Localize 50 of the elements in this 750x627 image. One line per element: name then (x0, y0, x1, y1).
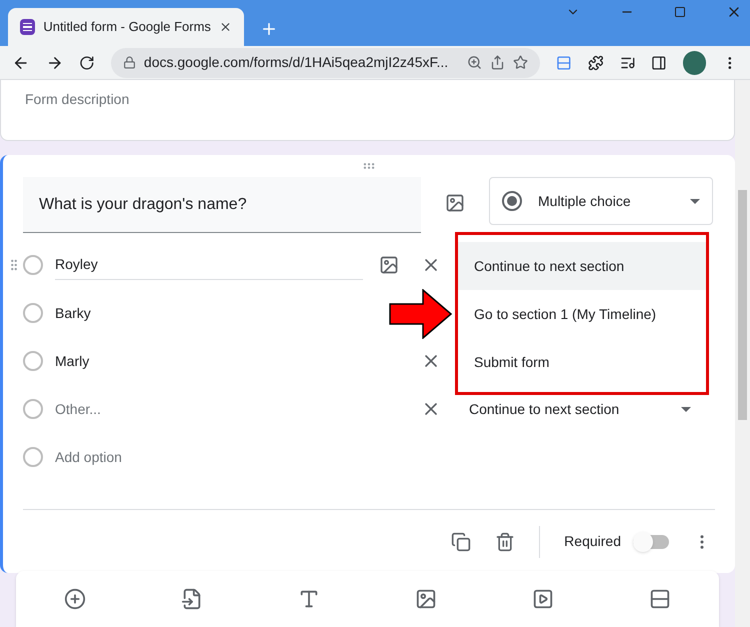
menu-item[interactable]: Submit form (458, 338, 706, 386)
extension-icon[interactable] (556, 54, 572, 70)
radio-icon (23, 447, 43, 467)
address-bar[interactable]: docs.google.com/forms/d/1HAi5qea2mjI2z45xF... (110, 48, 540, 78)
caret-icon (690, 198, 700, 204)
share-icon[interactable] (490, 55, 506, 70)
image-icon[interactable] (445, 193, 465, 213)
required-label: Required (564, 532, 621, 551)
menu-item[interactable]: Go to section 1 (My Timeline) (458, 290, 706, 338)
arrow-icon (389, 289, 453, 339)
add-image-icon[interactable] (415, 588, 438, 610)
radio-icon (23, 255, 43, 275)
reload-icon[interactable] (79, 54, 95, 70)
puzzle-icon[interactable] (588, 54, 604, 70)
question-type-dropdown[interactable]: Multiple choice (489, 177, 713, 225)
forms-logo-icon (20, 19, 36, 35)
side-panel-icon[interactable] (651, 54, 667, 70)
add-question-icon[interactable] (64, 588, 86, 610)
option-label[interactable]: Barky (55, 302, 91, 324)
option-label[interactable]: Royley (55, 254, 98, 275)
add-section-icon[interactable] (649, 588, 672, 610)
delete-icon[interactable] (495, 532, 516, 552)
radio-selected-icon (502, 191, 522, 211)
scrollbar[interactable] (735, 80, 750, 627)
radio-icon (23, 399, 43, 419)
import-icon[interactable] (180, 588, 203, 610)
menu-item[interactable]: Continue to next section (458, 242, 706, 290)
image-icon[interactable] (379, 255, 399, 275)
maximize-icon[interactable] (674, 6, 686, 18)
tab-title: Untitled form - Google Forms (43, 18, 211, 36)
section-dropdown[interactable]: Continue to next section (469, 398, 691, 420)
browser-tab[interactable]: Untitled form - Google Forms (8, 8, 244, 46)
add-video-icon[interactable] (532, 588, 554, 610)
radio-icon (23, 351, 43, 371)
description-placeholder[interactable]: Form description (25, 91, 130, 107)
new-tab-icon[interactable] (260, 20, 278, 38)
required-switch[interactable] (633, 534, 669, 548)
zoom-icon[interactable] (467, 55, 482, 70)
duplicate-icon[interactable] (451, 532, 472, 552)
caret-icon (681, 406, 691, 412)
close-icon[interactable] (218, 20, 232, 34)
lock-icon (122, 56, 136, 69)
star-icon[interactable] (513, 55, 528, 70)
option-label[interactable]: Marly (55, 350, 90, 372)
url-text: docs.google.com/forms/d/1HAi5qea2mjI2z45xF... (144, 53, 450, 72)
question-title-field[interactable]: What is your dragon's name? (23, 177, 421, 233)
option-label[interactable]: Other... (55, 398, 101, 420)
radio-icon (23, 303, 43, 323)
avatar-icon[interactable] (682, 50, 706, 74)
add-option-link[interactable]: Add option (55, 446, 122, 468)
